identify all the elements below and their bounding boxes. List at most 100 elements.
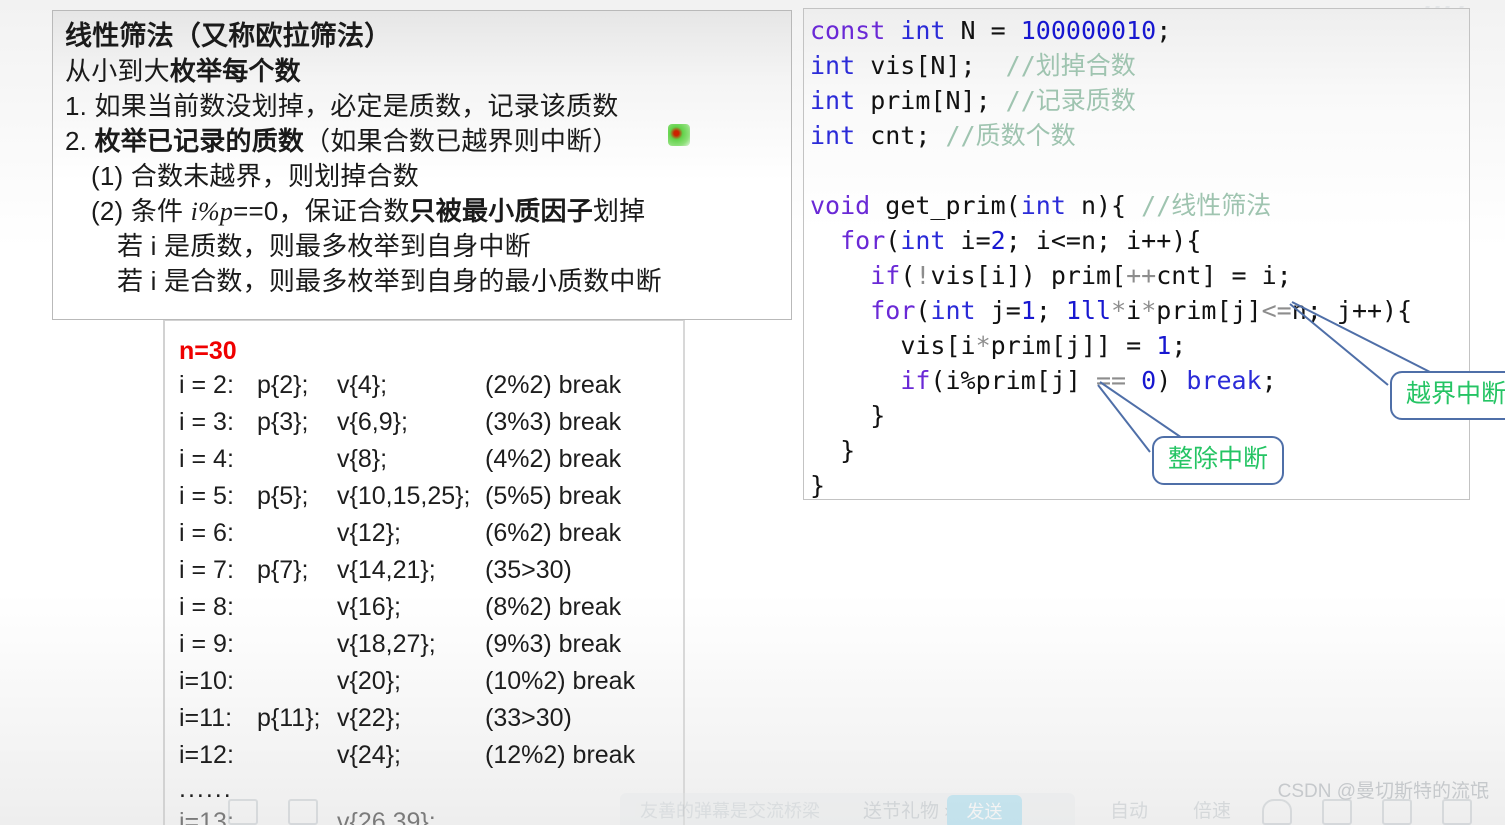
theory-sub-2-b: ==0，保证合数	[233, 196, 410, 226]
trace-cell-v: v{16};	[337, 593, 401, 621]
code-panel: const int N = 100000010; int vis[N]; //划…	[803, 8, 1470, 500]
trace-row: i = 8: v{16}; (8%2) break	[173, 589, 683, 626]
code-type-int: int	[1020, 191, 1066, 220]
trace-cell-i: i = 4:	[179, 445, 234, 473]
code-number: 0	[1141, 366, 1157, 395]
code-type-int: int	[810, 51, 856, 80]
trace-panel: n=30 i = 2: p{2}; v{4}; (2%2) break i = 3: p{…	[163, 320, 685, 825]
code-text: ;	[1261, 366, 1277, 395]
code-text: )	[1156, 366, 1187, 395]
theory-item-1: 1. 如果当前数没划掉，必定是质数，记录该质数	[65, 91, 619, 121]
trace-cell-v: v{12};	[337, 519, 401, 547]
trace-cell-note: (8%2) break	[485, 593, 622, 621]
trace-cell-p: p{11};	[257, 704, 321, 732]
trace-rows-container: i = 2: p{2}; v{4}; (2%2) break i = 3: p{3}; v{…	[173, 367, 683, 774]
code-number: 2	[990, 226, 1006, 255]
theory-item-2-rest: （如果合数已越界则中断）	[304, 126, 619, 156]
volume-icon[interactable]	[1322, 799, 1352, 825]
trace-cell-note: (4%2) break	[485, 445, 622, 473]
code-keyword-break: break	[1186, 366, 1262, 395]
code-line-7: for(int i=2; i<=n; i++){	[810, 223, 1469, 258]
theory-sub-2-italic: i%p	[190, 197, 234, 226]
code-text: ;	[1171, 331, 1187, 360]
code-text: (	[900, 261, 916, 290]
trace-cell-i: i = 5:	[179, 482, 234, 510]
code-text: }	[870, 401, 886, 430]
code-text: (	[915, 296, 931, 325]
code-text: i=	[945, 226, 991, 255]
send-button[interactable]: 发送	[947, 795, 1022, 825]
code-line-12: }	[810, 398, 1469, 433]
trace-cell-note: (9%3) break	[485, 630, 622, 658]
trace-cell-note: (5%5) break	[485, 482, 622, 510]
code-comment: //质数个数	[945, 121, 1076, 150]
trace-row: i = 4: v{8}; (4%2) break	[173, 441, 683, 478]
trace-cell-i: i = 7:	[179, 556, 234, 584]
code-operator: !	[915, 261, 931, 290]
heart-icon[interactable]	[1262, 799, 1292, 825]
code-line-10: vis[i*prim[j]] = 1;	[810, 328, 1469, 363]
code-keyword-for: for	[840, 226, 886, 255]
auto-quality-button[interactable]: 自动	[1110, 796, 1148, 823]
callout-divide-break: 整除中断	[1152, 436, 1285, 485]
trace-row: i = 9: v{18,27}; (9%3) break	[173, 626, 683, 663]
code-line-13: }	[810, 433, 1469, 468]
code-text: }	[810, 471, 826, 500]
code-text: (i%prim[j]	[930, 366, 1096, 395]
trace-cell-i: i=12:	[179, 741, 234, 769]
code-operator: ++	[1126, 261, 1157, 290]
trace-cell-p: p{5};	[257, 482, 309, 510]
widescreen-icon[interactable]	[1442, 799, 1472, 825]
trace-row: i = 2: p{2}; v{4}; (2%2) break	[173, 367, 683, 404]
fullscreen-icon[interactable]	[1382, 799, 1412, 825]
theory-title: 线性筛法（又称欧拉筛法）	[65, 21, 392, 51]
trace-cell-note: (10%2) break	[485, 667, 636, 695]
code-line-2: int vis[N]; //划掉合数	[810, 48, 1469, 83]
code-text: n){	[1065, 191, 1142, 220]
code-text: }	[840, 436, 856, 465]
code-line-4: int cnt; //质数个数	[810, 118, 1469, 153]
code-number: 1	[1156, 331, 1172, 360]
trace-cell-p: p{2};	[257, 371, 309, 399]
code-operator: *	[975, 331, 991, 360]
theory-sub-2-a: (2) 条件	[91, 196, 191, 226]
trace-row: i=10: v{20}; (10%2) break	[173, 663, 683, 700]
danmaku-input[interactable]	[620, 793, 1075, 825]
code-operator: ==	[1096, 366, 1127, 395]
trace-cell-v: v{22};	[337, 704, 401, 732]
code-text: prim[j]	[1156, 296, 1262, 325]
trace-title: n=30	[179, 337, 237, 365]
theory-subtitle-plain: 从小到大	[65, 56, 170, 86]
code-keyword-for: for	[870, 296, 916, 325]
trace-cell-note: (2%2) break	[485, 371, 622, 399]
trace-cell-v: v{24};	[337, 741, 401, 769]
trace-cell-i: i=11:	[179, 704, 233, 732]
trace-cell-i: i = 8:	[179, 593, 234, 621]
trace-cell-v: v{4};	[337, 371, 388, 399]
trace-cell-note: (35>30)	[485, 556, 572, 584]
trace-row: i = 3: p{3}; v{6,9}; (3%3) break	[173, 404, 683, 441]
code-type-int: int	[810, 121, 856, 150]
code-line-3: int prim[N]; //记录质数	[810, 83, 1469, 118]
code-text: ;	[1156, 16, 1172, 45]
theory-sub-2: (2) 条件 i%p==0，保证合数只被最小质因子划掉	[65, 194, 791, 229]
theory-sub-1: (1) 合数未越界，则划掉合数	[91, 161, 420, 191]
code-number: 1	[1020, 296, 1036, 325]
trace-cell-i: i = 3:	[179, 408, 234, 436]
code-text: vis[i]) prim[	[930, 261, 1127, 290]
trace-row-cut: i=13: v{26,39};	[173, 804, 683, 825]
trace-cell-v: v{10,15,25};	[337, 482, 471, 510]
code-text: cnt] = i;	[1156, 261, 1292, 290]
code-text: i	[1126, 296, 1142, 325]
theory-sub-3: 若 i 是质数，则最多枚举到自身中断	[117, 231, 531, 261]
theory-sub-2-bold: 只被最小质因子	[409, 196, 593, 226]
code-line-8: if(!vis[i]) prim[++cnt] = i;	[810, 258, 1469, 293]
trace-cell-i: i = 6:	[179, 519, 234, 547]
playback-speed-button[interactable]: 倍速	[1193, 796, 1231, 823]
code-operator: *	[1141, 296, 1157, 325]
theory-subtitle: 从小到大枚举每个数	[65, 54, 791, 89]
code-text: prim[N];	[855, 86, 1006, 115]
gift-button[interactable]: 送节礼物 ›	[863, 796, 951, 823]
